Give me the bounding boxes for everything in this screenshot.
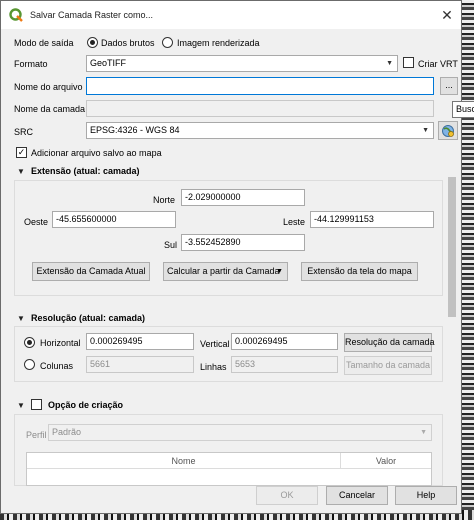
globe-icon	[442, 125, 454, 137]
layer-name-input[interactable]	[86, 100, 434, 117]
sul-input[interactable]: -3.552452890	[181, 234, 305, 251]
horizontal-input[interactable]: 0.000269495	[86, 333, 194, 350]
creation-options-checkbox[interactable]	[31, 399, 42, 410]
arquivo-label: Nome do arquivo	[14, 82, 83, 92]
scrollbar[interactable]	[446, 165, 458, 475]
imagem-renderizada-radio[interactable]	[162, 37, 173, 48]
col-valor-header: Valor	[341, 453, 431, 469]
creation-section-title: Opção de criação	[48, 400, 124, 410]
col-nome-header: Nome	[27, 453, 341, 469]
perfil-label: Perfil	[26, 430, 47, 440]
formato-value: GeoTIFF	[90, 58, 127, 68]
chevron-down-icon: ▼	[420, 429, 427, 436]
colunas-label: Colunas	[40, 361, 74, 371]
extent-section-title: Extensão (atual: camada)	[31, 166, 140, 176]
criar-vrt-checkbox[interactable]	[403, 57, 414, 68]
profile-value: Padrão	[52, 427, 82, 437]
add-to-map-checkbox[interactable]	[16, 147, 27, 158]
layer-size-button[interactable]: Tamanho da camada	[344, 356, 432, 375]
dados-brutos-label: Dados brutos	[101, 38, 155, 48]
norte-label: Norte	[153, 195, 176, 205]
scrollbar-thumb[interactable]	[448, 177, 456, 317]
leste-input[interactable]: -44.129991153	[310, 211, 434, 228]
formato-select[interactable]: GeoTIFF ▼	[86, 55, 398, 72]
window-title: Salvar Camada Raster como...	[30, 10, 154, 20]
close-icon[interactable]: ✕	[433, 3, 461, 27]
formato-label: Formato	[14, 59, 48, 69]
cancel-button[interactable]: Cancelar	[326, 486, 388, 505]
horizontal-label: Horizontal	[40, 338, 81, 348]
vertical-label: Vertical	[200, 339, 230, 349]
horizontal-radio[interactable]	[24, 337, 35, 348]
colunas-input[interactable]: 5661	[86, 356, 194, 373]
collapse-extent-icon[interactable]: ▼	[17, 167, 25, 176]
linhas-input[interactable]: 5653	[231, 356, 338, 373]
collapse-creation-icon[interactable]: ▼	[17, 401, 25, 410]
browse-tooltip: Busc	[452, 101, 474, 118]
add-to-map-label: Adicionar arquivo salvo ao mapa	[31, 148, 162, 158]
ok-button[interactable]: OK	[256, 486, 318, 505]
title-bar: Salvar Camada Raster como... ✕	[1, 1, 461, 29]
linhas-label: Linhas	[200, 362, 227, 372]
chevron-down-icon: ▼	[276, 268, 283, 275]
options-table: Nome Valor	[26, 452, 432, 486]
layer-resolution-button[interactable]: Resolução da camada	[344, 333, 435, 352]
dados-brutos-radio[interactable]	[87, 37, 98, 48]
leste-label: Leste	[283, 217, 306, 227]
profile-select[interactable]: Padrão ▼	[48, 424, 432, 441]
src-value: EPSG:4326 - WGS 84	[90, 125, 180, 135]
background-map-strip	[460, 0, 474, 520]
calculate-from-layer-button[interactable]: Calcular a partir da Camada ▼	[163, 262, 288, 281]
camada-label: Nome da camada	[14, 104, 86, 114]
crs-select-button[interactable]	[438, 121, 458, 140]
help-button[interactable]: Help	[395, 486, 457, 505]
oeste-label: Oeste	[24, 217, 49, 227]
calculate-from-layer-label: Calcular a partir da Camada	[167, 266, 280, 276]
criar-vrt-label: Criar VRT	[418, 59, 458, 69]
imagem-renderizada-label: Imagem renderizada	[177, 38, 260, 48]
src-label: SRC	[14, 127, 34, 137]
colunas-radio[interactable]	[24, 359, 35, 370]
browse-button[interactable]: ...	[440, 77, 458, 95]
src-select[interactable]: EPSG:4326 - WGS 84 ▼	[86, 122, 434, 139]
filename-input[interactable]	[86, 77, 434, 95]
current-layer-extent-button[interactable]: Extensão da Camada Atual	[32, 262, 150, 281]
resolution-section-title: Resolução (atual: camada)	[31, 313, 146, 323]
chevron-down-icon: ▼	[386, 60, 393, 67]
oeste-input[interactable]: -45.655600000	[52, 211, 176, 228]
qgis-icon	[9, 8, 23, 22]
vertical-input[interactable]: 0.000269495	[231, 333, 338, 350]
norte-input[interactable]: -2.029000000	[181, 189, 305, 206]
modo-label: Modo de saída	[14, 38, 74, 48]
map-canvas-extent-button[interactable]: Extensão da tela do mapa	[301, 262, 418, 281]
collapse-resolution-icon[interactable]: ▼	[17, 314, 25, 323]
sul-label: Sul	[164, 240, 178, 250]
chevron-down-icon: ▼	[422, 127, 429, 134]
